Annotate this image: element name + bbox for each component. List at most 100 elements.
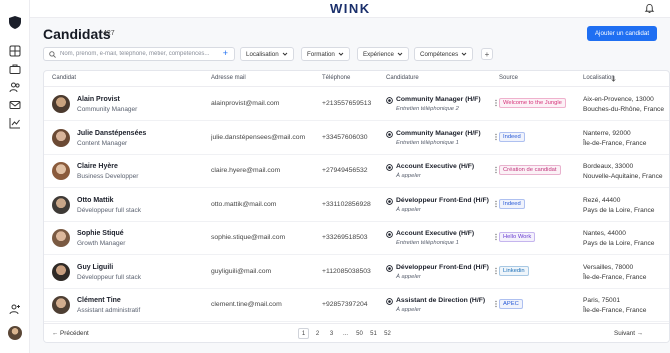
page-number-button[interactable]: 50 [354, 328, 365, 339]
candidate-phone: +33269518503 [322, 234, 368, 241]
brand-logo: WINK [330, 1, 371, 16]
bell-icon[interactable] [644, 3, 655, 14]
candidate-role: Growth Manager [77, 240, 126, 247]
table-row[interactable]: Clément Tine Assistant administratif cle… [44, 289, 669, 322]
candidate-name[interactable]: Sophie Stiqué [77, 230, 124, 237]
location-city: Nanterre, 92000 [583, 129, 631, 137]
location-city: Nantes, 44000 [583, 230, 626, 237]
column-header-email[interactable]: Adresse mail [211, 75, 246, 81]
candidate-avatar [52, 195, 70, 214]
sort-icon[interactable] [610, 75, 617, 82]
page-number-button[interactable]: 3 [326, 328, 337, 339]
candidate-role: Assistant administratif [77, 307, 141, 314]
location-region: Île-de-France, France [583, 273, 647, 281]
candidate-email[interactable]: claire.hyere@mail.com [211, 167, 309, 174]
previous-label: Précédent [60, 330, 89, 337]
chart-icon[interactable] [9, 117, 21, 129]
table-row[interactable]: Sophie Stiqué Growth Manager sophie.stiq… [44, 222, 669, 255]
filter-label: Localisation [246, 50, 279, 58]
candidate-avatar [52, 162, 70, 180]
location-city: Rezé, 44400 [583, 196, 621, 204]
next-page-button[interactable]: Suivant → [614, 330, 643, 337]
candidate-phone: +331102856928 [322, 200, 371, 208]
user-avatar[interactable] [8, 326, 22, 340]
candidate-name[interactable]: Guy Liguili [77, 264, 113, 271]
application-job[interactable]: Assistant de Direction (H/F) [396, 297, 491, 304]
chevron-down-icon [282, 52, 288, 56]
application-job[interactable]: Community Manager (H/F) [396, 130, 491, 137]
source-badge: Linkedin [499, 265, 529, 276]
candidate-name[interactable]: Otto Mattik [77, 197, 114, 204]
table-row[interactable]: Claire Hyère Business Developper claire.… [44, 155, 669, 188]
table-row[interactable]: Guy Liguili Développeur full stack guyli… [44, 256, 669, 289]
topbar: WINK [30, 0, 670, 18]
add-filter-button[interactable]: + [481, 48, 493, 60]
filter-experience[interactable]: Expérience [357, 47, 409, 61]
filter-competences[interactable]: Compétences [414, 47, 474, 61]
user-add-icon[interactable] [9, 303, 21, 315]
candidate-phone: +92857397204 [322, 301, 368, 308]
location-city: Aix-en-Provence, 13000 [583, 96, 654, 103]
candidate-name[interactable]: Alain Provist [77, 96, 120, 103]
column-header-candidat[interactable]: Candidat [52, 75, 76, 81]
location-region: Île-de-France, France [583, 139, 647, 147]
candidate-email[interactable]: julie.danstépensees@mail.com [211, 134, 309, 141]
application-step: Entretien téléphonique 1 [396, 240, 459, 246]
previous-page-button[interactable]: ← Précédent [52, 330, 89, 337]
briefcase-icon[interactable] [9, 63, 21, 75]
search-input[interactable] [60, 51, 220, 57]
candidate-role: Content Manager [77, 139, 128, 147]
users-icon[interactable] [9, 81, 21, 93]
search-box: + [43, 47, 235, 61]
application-job[interactable]: Account Executive (H/F) [396, 163, 491, 170]
candidate-avatar [52, 229, 70, 247]
candidate-avatar [52, 262, 70, 281]
table-row[interactable]: Julie Danstépensées Content Manager juli… [44, 122, 669, 155]
table-row[interactable]: Otto Mattik Développeur full stack otto.… [44, 189, 669, 222]
filter-formation[interactable]: Formation [301, 47, 350, 61]
candidate-name[interactable]: Claire Hyère [77, 163, 118, 170]
location-region: Pays de la Loire, France [583, 240, 655, 247]
shield-logo-icon[interactable] [9, 16, 21, 29]
column-header-candidature[interactable]: Candidature [386, 75, 419, 81]
location-region: Pays de la Loire, France [583, 206, 655, 214]
candidate-email[interactable]: alainprovist@mail.com [211, 100, 309, 107]
page-number-button[interactable]: 52 [382, 328, 393, 339]
mail-icon[interactable] [9, 99, 21, 111]
candidate-role: Business Developper [77, 173, 139, 180]
candidate-email[interactable]: clement.tine@mail.com [211, 301, 309, 308]
application-status-icon [386, 97, 393, 104]
location-city: Paris, 75001 [583, 297, 621, 304]
candidate-email[interactable]: guyliguili@mail.com [211, 268, 309, 275]
candidate-avatar [52, 296, 70, 314]
source-badge: Hello Work [499, 232, 536, 242]
application-step: À appeler [396, 173, 421, 179]
candidate-email[interactable]: sophie.stique@mail.com [211, 234, 309, 241]
page-number-button[interactable]: 1 [298, 328, 309, 339]
application-status-icon [386, 197, 393, 205]
search-add-icon[interactable]: + [223, 48, 228, 58]
application-job[interactable]: Account Executive (H/F) [396, 230, 491, 237]
candidate-email[interactable]: otto.mattik@mail.com [211, 201, 309, 208]
location-region: Nouvelle-Aquitaine, France [583, 173, 663, 180]
application-job[interactable]: Développeur Front-End (H/F) [396, 197, 491, 204]
page-number-button[interactable]: 2 [312, 328, 323, 339]
search-icon [49, 50, 56, 58]
column-header-phone[interactable]: Téléphone [322, 75, 350, 81]
add-candidate-button[interactable]: Ajouter un candidat [587, 26, 657, 41]
source-badge: Création de candidat [499, 165, 561, 175]
candidate-name[interactable]: Julie Danstépensées [77, 130, 146, 137]
layout-grid-icon[interactable] [9, 45, 21, 57]
candidate-role: Community Manager [77, 106, 138, 113]
candidate-phone: +213557659513 [322, 100, 372, 107]
filter-localisation[interactable]: Localisation [240, 47, 294, 61]
candidate-name[interactable]: Clément Tine [77, 297, 121, 304]
application-job[interactable]: Community Manager (H/F) [396, 96, 491, 103]
table-row[interactable]: Alain Provist Community Manager alainpro… [44, 88, 669, 121]
column-header-source[interactable]: Source [499, 75, 518, 81]
chevron-down-icon [397, 52, 403, 56]
sidebar [0, 0, 30, 353]
application-job[interactable]: Développeur Front-End (H/F) [396, 264, 491, 271]
page-number-button[interactable]: 51 [368, 328, 379, 339]
location-region: Île-de-France, France [583, 307, 647, 314]
